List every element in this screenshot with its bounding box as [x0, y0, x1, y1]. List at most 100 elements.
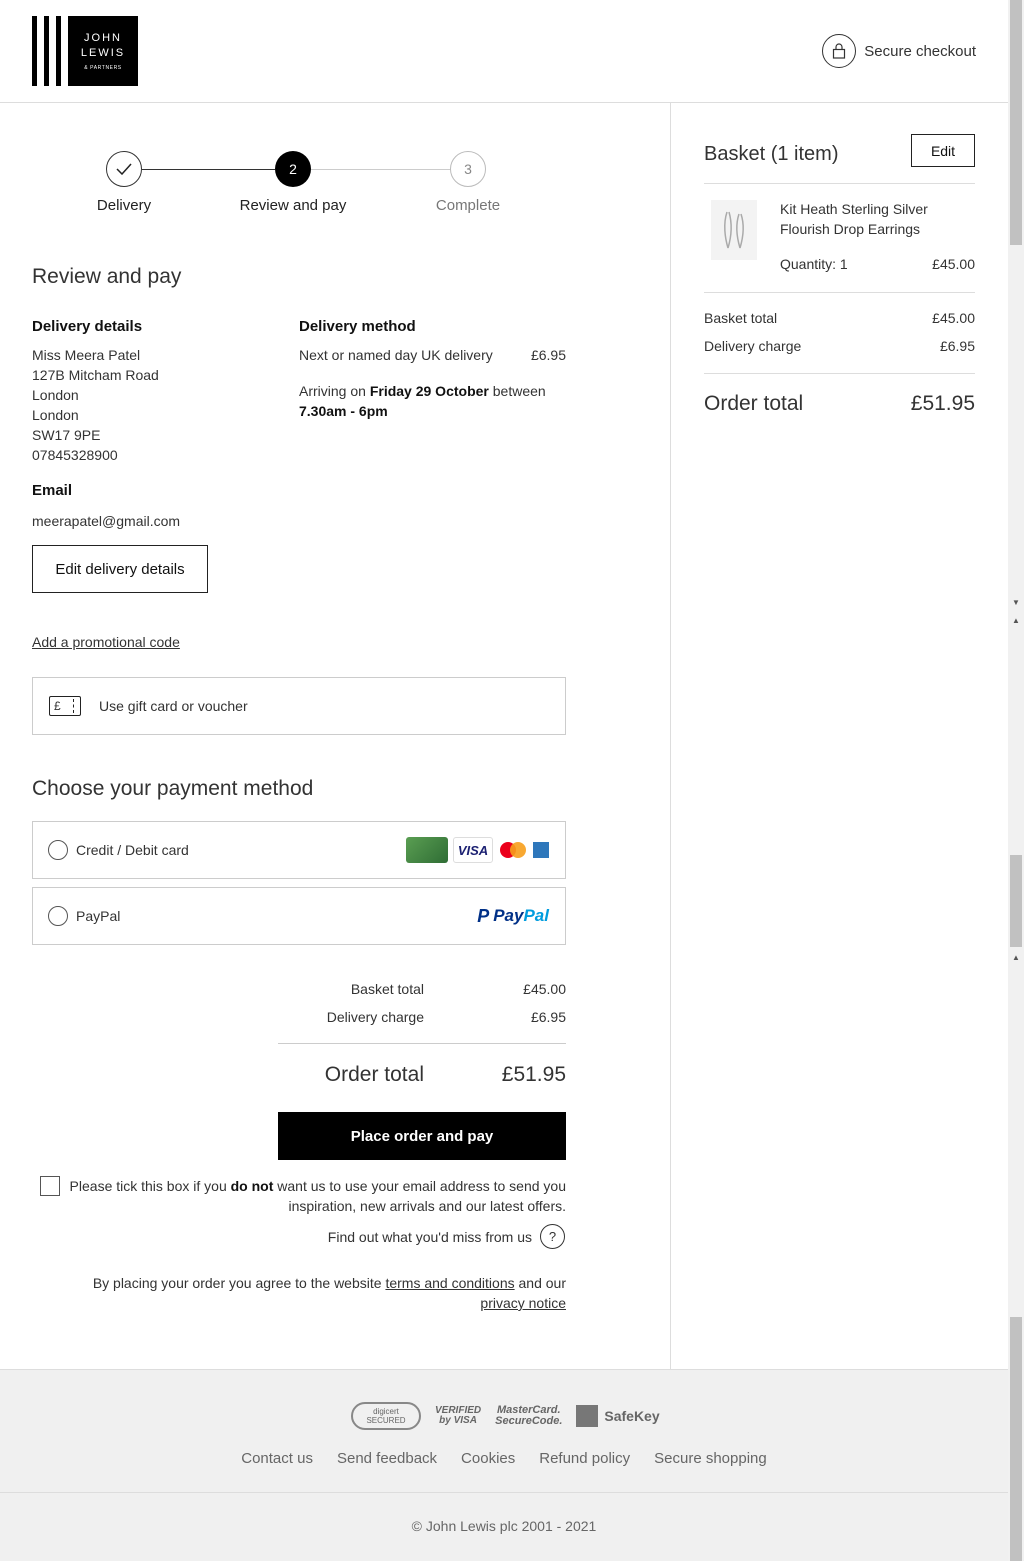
- add-promo-code-link[interactable]: Add a promotional code: [32, 634, 180, 650]
- footer-link-refund[interactable]: Refund policy: [539, 1450, 630, 1467]
- delivery-details-heading: Delivery details: [32, 318, 143, 335]
- payment-option-card[interactable]: Credit / Debit card VISA: [32, 821, 566, 879]
- delivery-address: Miss Meera Patel 127B Mitcham Road Londo…: [32, 345, 282, 465]
- legal-mid: and our: [514, 1275, 567, 1291]
- check-icon: [106, 151, 142, 187]
- step-label: Complete: [435, 197, 501, 214]
- gift-card-icon: £: [49, 696, 81, 716]
- card-logos: VISA: [406, 837, 549, 863]
- arriving-mid: between: [488, 383, 546, 399]
- optout-pre: Please tick this box if you: [69, 1178, 231, 1194]
- basket-total-label: Basket total: [704, 310, 778, 326]
- find-out-label: Find out what you'd miss from us: [327, 1228, 532, 1245]
- optout-bold: do not: [230, 1178, 274, 1194]
- card-radio[interactable]: [48, 840, 68, 860]
- basket-total-row: Basket total £45.00: [278, 975, 566, 1003]
- mastercard-icon: [498, 837, 528, 863]
- footer-links: Contact us Send feedback Cookies Refund …: [0, 1450, 1008, 1467]
- email-value: meerapatel@gmail.com: [32, 513, 181, 529]
- find-out-more[interactable]: Find out what you'd miss from us ?: [328, 1224, 565, 1249]
- address-line: 07845328900: [32, 447, 118, 463]
- amex-icon: [533, 842, 549, 858]
- footer-link-contact[interactable]: Contact us: [241, 1450, 313, 1467]
- delivery-charge-label: Delivery charge: [704, 338, 802, 354]
- privacy-link[interactable]: privacy notice: [480, 1295, 566, 1311]
- delivery-charge-label: Delivery charge: [326, 1009, 424, 1025]
- john-lewis-logo[interactable]: JOHN LEWIS & PARTNERS: [32, 16, 138, 86]
- marketing-optout-checkbox[interactable]: [40, 1176, 60, 1196]
- security-badges: digicert SECURED VERIFIED by VISA Master…: [351, 1402, 660, 1430]
- legal-notice: By placing your order you agree to the w…: [60, 1273, 566, 1313]
- step-complete: 3 Complete: [408, 151, 528, 214]
- scroll-up-arrow[interactable]: ▲: [1012, 616, 1020, 625]
- edit-basket-button[interactable]: Edit: [911, 134, 975, 167]
- address-line: 127B Mitcham Road: [32, 367, 159, 383]
- order-total-row: Order total £51.95: [278, 1058, 566, 1092]
- delivery-charge-row: Delivery charge £6.95: [704, 338, 975, 354]
- step-number: 3: [450, 151, 486, 187]
- step-review-and-pay: 2 Review and pay: [233, 151, 353, 214]
- divider: [704, 292, 975, 293]
- scroll-up-arrow[interactable]: ▲: [1012, 953, 1020, 962]
- delivery-details: Delivery details Miss Meera Patel 127B M…: [32, 318, 282, 465]
- order-summary: Basket total £45.00 Delivery charge £6.9…: [278, 975, 566, 1092]
- legal-pre: By placing your order you agree to the w…: [92, 1275, 386, 1291]
- paypal-logo-text-1: Pay: [493, 906, 524, 925]
- paypal-icon: P: [477, 905, 490, 926]
- scrollbar-thumb[interactable]: [1010, 1317, 1022, 1561]
- marketing-optout-text: Please tick this box if you do not want …: [68, 1176, 566, 1216]
- basket-total-value: £45.00: [932, 310, 975, 326]
- visa-icon: VISA: [453, 837, 493, 863]
- address-line: Miss Meera Patel: [32, 347, 141, 363]
- delivery-method-row: Next or named day UK delivery £6.95: [299, 345, 566, 365]
- email-heading: Email: [32, 482, 73, 499]
- email-block: Email meerapatel@gmail.com: [32, 482, 180, 531]
- footer-link-secure-shopping[interactable]: Secure shopping: [654, 1450, 767, 1467]
- payment-option-paypal[interactable]: PayPal P Pay Pal: [32, 887, 566, 945]
- step-label: Review and pay: [239, 197, 347, 214]
- edit-delivery-details-button[interactable]: Edit delivery details: [32, 545, 208, 593]
- mc-text-2: SecureCode.: [495, 1415, 563, 1427]
- arriving-date: Friday 29 October: [369, 383, 489, 399]
- logo-text-lewis: LEWIS: [80, 47, 126, 59]
- place-order-button[interactable]: Place order and pay: [278, 1112, 566, 1160]
- terms-link[interactable]: terms and conditions: [385, 1275, 514, 1291]
- scrollbar-thumb[interactable]: [1010, 855, 1022, 947]
- divider: [704, 183, 975, 184]
- gift-card-voucher-option[interactable]: £ Use gift card or voucher: [32, 677, 566, 735]
- scrollbar[interactable]: ▼ ▲ ▲: [1008, 0, 1024, 1561]
- logo-bar: [32, 16, 37, 86]
- paypal-logo-text-2: Pal: [523, 906, 549, 925]
- basket-total-label: Basket total: [350, 981, 424, 997]
- delivery-charge-value: £6.95: [530, 1009, 566, 1025]
- scroll-down-arrow[interactable]: ▼: [1012, 598, 1020, 607]
- order-total-value: £51.95: [910, 392, 975, 415]
- paypal-radio[interactable]: [48, 906, 68, 926]
- digicert-badge: digicert SECURED: [351, 1402, 421, 1430]
- footer-link-feedback[interactable]: Send feedback: [337, 1450, 437, 1467]
- delivery-method-heading: Delivery method: [299, 318, 416, 335]
- product-name[interactable]: Kit Heath Sterling Silver Flourish Drop …: [780, 199, 960, 239]
- scrollbar-thumb[interactable]: [1010, 0, 1022, 245]
- payment-option-label: Credit / Debit card: [76, 842, 189, 858]
- logo-box: JOHN LEWIS & PARTNERS: [68, 16, 138, 86]
- step-label: Delivery: [96, 197, 152, 214]
- safekey-badge: SafeKey: [576, 1405, 660, 1427]
- payment-method-title: Choose your payment method: [32, 777, 314, 800]
- delivery-method-name: Next or named day UK delivery: [299, 347, 493, 363]
- footer-link-cookies[interactable]: Cookies: [461, 1450, 515, 1467]
- order-total-value: £51.95: [501, 1063, 566, 1086]
- gift-card-label: Use gift card or voucher: [99, 698, 248, 714]
- address-line: London: [32, 407, 79, 423]
- logo-bar: [56, 16, 61, 86]
- by-visa-text: by VISA: [439, 1415, 477, 1426]
- marketing-optout: Please tick this box if you do not want …: [40, 1176, 566, 1216]
- header: JOHN LEWIS & PARTNERS Secure checkout: [0, 0, 1008, 103]
- lock-icon: [822, 34, 857, 68]
- delivery-charge-row: Delivery charge £6.95: [278, 1003, 566, 1031]
- help-icon[interactable]: ?: [540, 1224, 565, 1249]
- logo-text-john: JOHN: [84, 32, 122, 44]
- product-image: [711, 200, 757, 260]
- page-title: Review and pay: [32, 265, 182, 288]
- delivery-method: Delivery method Next or named day UK del…: [299, 318, 566, 421]
